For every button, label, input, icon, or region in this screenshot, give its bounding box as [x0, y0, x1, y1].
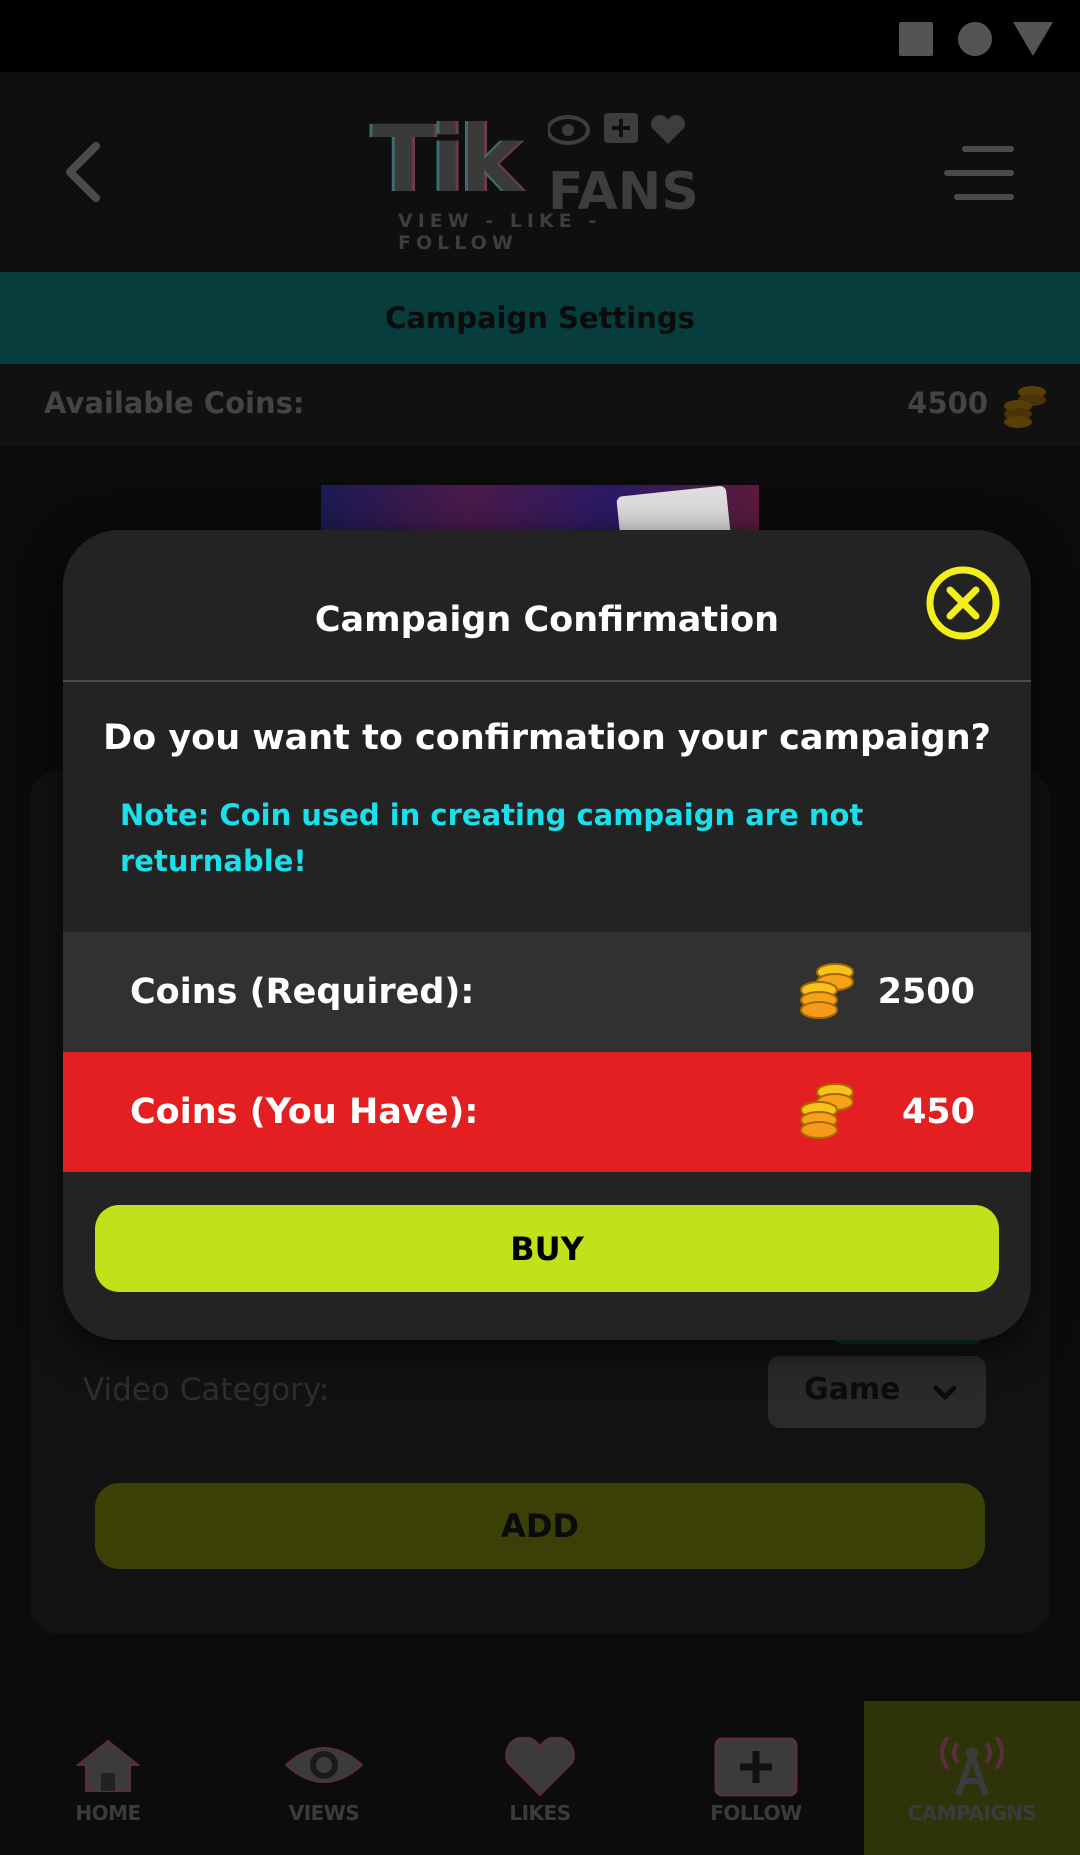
available-coins-label: Available Coins:	[44, 386, 305, 420]
video-category-select[interactable]: Game	[768, 1356, 986, 1428]
nav-item-home[interactable]: HOME	[0, 1701, 216, 1855]
nav-label-follow: FOLLOW	[710, 1801, 802, 1825]
available-coins-value: 4500	[907, 386, 988, 420]
plus-box-icon	[714, 1737, 798, 1797]
modal-question: Do you want to confirmation your campaig…	[103, 718, 991, 758]
home-circle-icon[interactable]	[958, 22, 992, 56]
recents-icon[interactable]	[899, 22, 933, 56]
video-category-value: Game	[804, 1372, 901, 1407]
campaign-confirmation-modal: Campaign Confirmation Do you want to con…	[63, 530, 1031, 1340]
chevron-left-icon	[66, 142, 100, 202]
available-coins-bar: Available Coins: 4500	[0, 364, 1080, 446]
video-category-label: Video Category:	[83, 1372, 330, 1408]
nav-label-views: VIEWS	[288, 1801, 360, 1825]
nav-item-views[interactable]: VIEWS	[216, 1701, 432, 1855]
nav-label-likes: LIKES	[509, 1801, 571, 1825]
nav-label-campaigns: CAMPAIGNS	[907, 1801, 1037, 1825]
broadcast-icon	[940, 1737, 1004, 1796]
status-bar	[0, 0, 1080, 72]
coins-required-value: 2500	[877, 972, 975, 1012]
chevron-down-icon	[933, 1385, 957, 1400]
logo-tik: Tik	[372, 106, 521, 213]
back-button[interactable]	[56, 136, 116, 208]
heart-icon	[505, 1737, 575, 1797]
campaign-settings-bar: Campaign Settings	[0, 272, 1080, 364]
coins-have-value: 450	[901, 1092, 975, 1132]
logo-tagline: VIEW - LIKE - FOLLOW	[398, 210, 602, 254]
coins-required-label: Coins (Required):	[130, 972, 475, 1012]
eye-icon	[284, 1747, 364, 1783]
coins-icon	[800, 963, 854, 1019]
campaign-settings-title: Campaign Settings	[385, 301, 695, 335]
coins-icon	[800, 1083, 854, 1139]
menu-line	[944, 170, 1014, 176]
menu-button[interactable]	[940, 146, 1014, 202]
app-header: Tik FANS VIEW - LIKE - FOLLOW	[0, 72, 1080, 272]
coins-icon	[1004, 386, 1046, 428]
menu-line	[954, 194, 1014, 200]
coins-required-row: Coins (Required): 2500	[63, 932, 1031, 1052]
nav-item-campaigns[interactable]: CAMPAIGNS	[864, 1701, 1080, 1855]
modal-note: Note: Coin used in creating campaign are…	[120, 798, 864, 878]
add-button[interactable]: ADD	[95, 1483, 985, 1569]
modal-title: Campaign Confirmation	[314, 600, 780, 640]
menu-line	[962, 146, 1014, 152]
logo-icons	[548, 113, 685, 145]
add-button-label: ADD	[501, 1507, 579, 1545]
nav-item-likes[interactable]: LIKES	[432, 1701, 648, 1855]
home-icon	[75, 1739, 141, 1792]
coins-have-label: Coins (You Have):	[130, 1092, 479, 1132]
coins-have-row: Coins (You Have): 450	[63, 1052, 1031, 1172]
close-button[interactable]	[925, 565, 1001, 641]
close-icon	[926, 566, 1000, 640]
modal-divider	[63, 680, 1031, 682]
buy-button[interactable]: BUY	[95, 1205, 999, 1292]
app-logo: Tik FANS VIEW - LIKE - FOLLOW	[370, 100, 720, 254]
nav-item-follow[interactable]: FOLLOW	[648, 1701, 864, 1855]
nav-label-home: HOME	[75, 1801, 141, 1825]
back-triangle-icon[interactable]	[1013, 22, 1053, 56]
buy-button-label: BUY	[510, 1229, 584, 1268]
bottom-nav: HOME VIEWS LIKES FOLLOW CAMPAIGNS	[0, 1701, 1080, 1855]
